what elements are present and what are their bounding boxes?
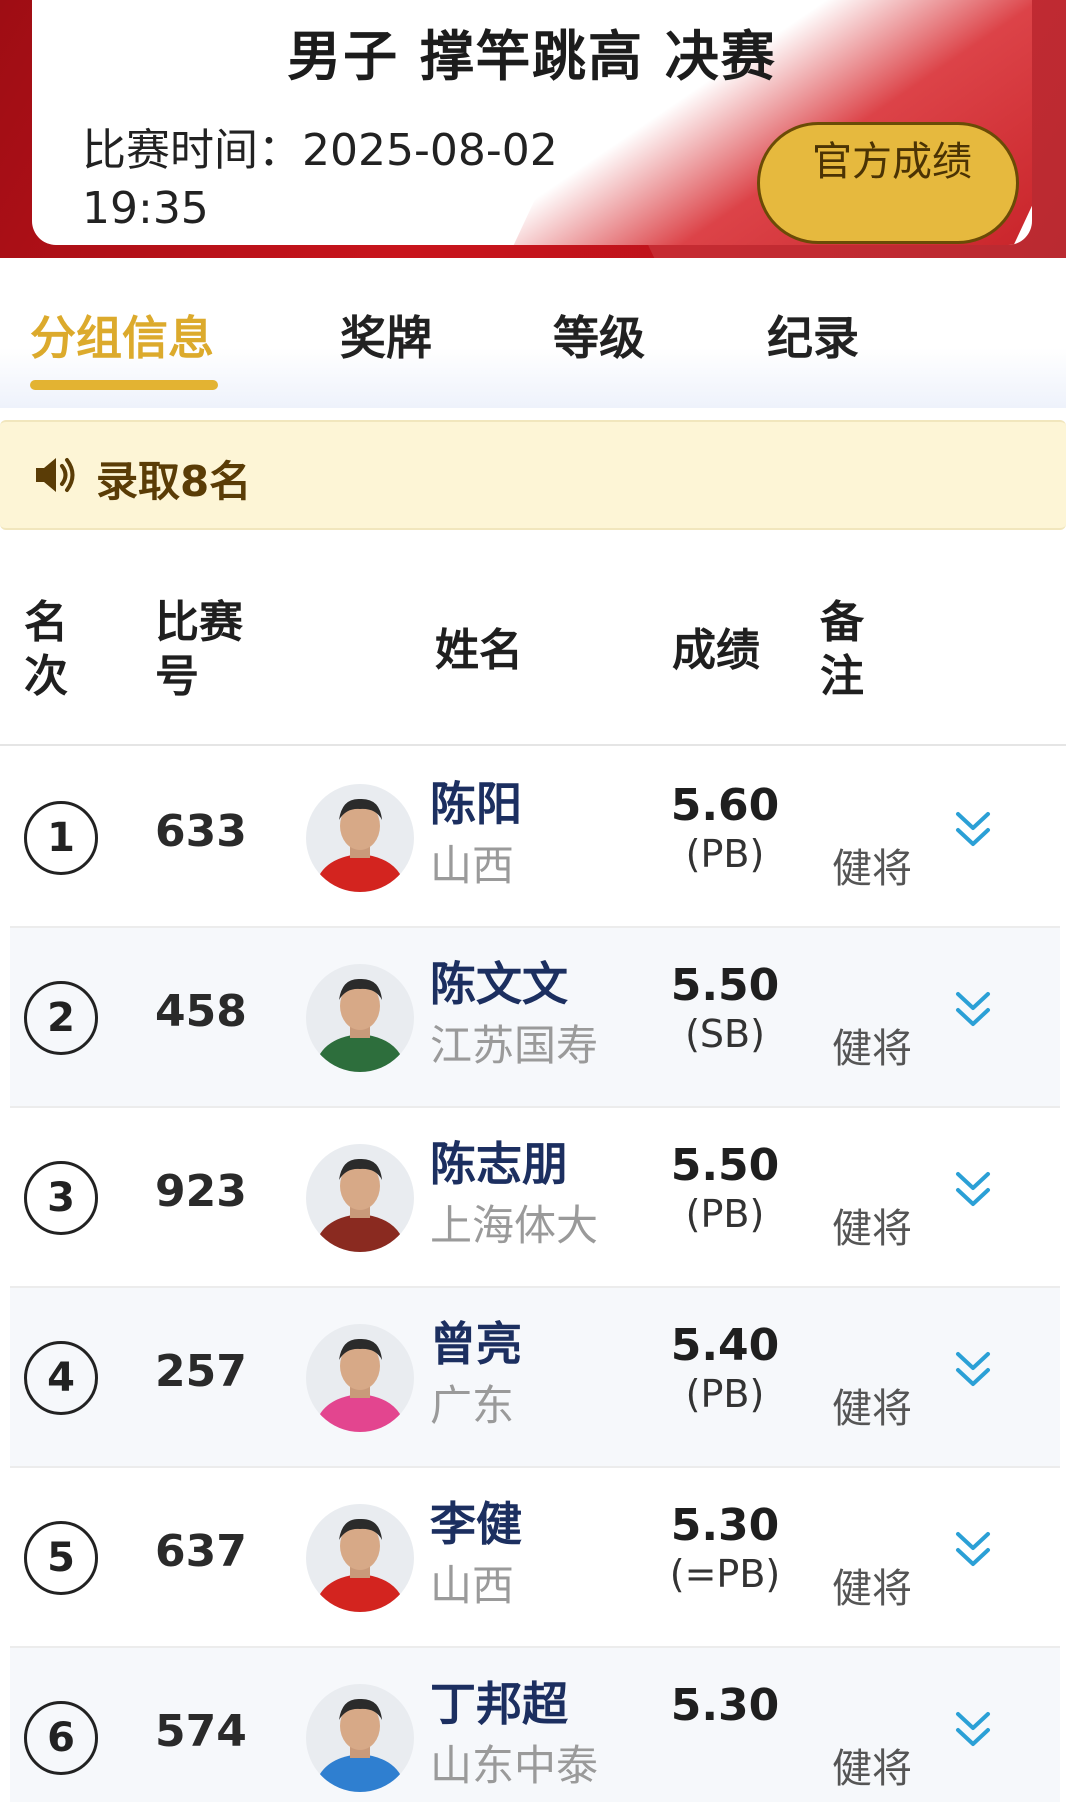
table-row[interactable]: 6 574 丁邦超山东中泰 5.30 健将 [10, 1648, 1060, 1802]
header-bib: 比赛号 [155, 597, 243, 702]
bib-number: 923 [155, 1166, 247, 1217]
table-row[interactable]: 5 637 李健山西 5.30 (=PB) 健将 [10, 1468, 1060, 1648]
athlete-name[interactable]: 曾亮 [430, 1308, 522, 1374]
athlete-team: 江苏国寿 [430, 1021, 599, 1070]
rank-badge: 5 [24, 1521, 98, 1595]
table-row[interactable]: 3 923 陈志朋上海体大 5.50 (PB) 健将 [10, 1108, 1060, 1288]
athlete-team: 山西 [430, 1561, 515, 1610]
bib-number: 637 [155, 1526, 247, 1577]
rank-badge: 6 [24, 1701, 98, 1775]
result-note: (SB) [685, 1012, 765, 1056]
notice-text: 录取8名 [96, 457, 252, 506]
remark-text: 健将 [832, 1746, 912, 1792]
event-title: 男子 撑竿跳高 决赛 [287, 25, 777, 88]
table-row[interactable]: 4 257 曾亮广东 5.40 (PB) 健将 [10, 1288, 1060, 1468]
result-mark: 5.50 [670, 960, 780, 1011]
remark-text: 健将 [832, 1026, 912, 1072]
rank-badge: 1 [24, 801, 98, 875]
remark-text: 健将 [832, 1386, 912, 1432]
athlete-name[interactable]: 陈阳 [430, 768, 522, 834]
bib-number: 574 [155, 1706, 247, 1757]
result-mark: 5.40 [670, 1320, 780, 1371]
result-note: (PB) [685, 832, 765, 876]
athlete-team: 上海体大 [430, 1201, 599, 1250]
active-tab-indicator [30, 380, 218, 390]
results-table-header: 名次 比赛号 姓名 成绩 备注 [0, 560, 1066, 746]
match-time-label: 比赛时间： [82, 125, 302, 176]
tab-bar: 分组信息 奖牌 等级 纪录 [0, 258, 1066, 408]
header-result: 成绩 [672, 625, 760, 676]
athlete-name[interactable]: 丁邦超 [430, 1668, 568, 1734]
remark-text: 健将 [832, 1566, 912, 1612]
event-header: 男子 撑竿跳高 决赛 比赛时间：2025-08-02 19:35 官方成绩 [0, 0, 1066, 258]
tab-grades[interactable]: 等级 [553, 302, 645, 368]
athlete-name[interactable]: 陈文文 [430, 948, 568, 1014]
result-note: (PB) [685, 1192, 765, 1236]
table-row[interactable]: 2 458 陈文文江苏国寿 5.50 (SB) 健将 [10, 928, 1060, 1108]
tab-group-info[interactable]: 分组信息 [30, 302, 214, 368]
chevron-down-icon[interactable] [950, 1528, 996, 1574]
bib-number: 257 [155, 1346, 247, 1397]
header-rank: 名次 [24, 597, 68, 702]
event-header-card: 男子 撑竿跳高 决赛 比赛时间：2025-08-02 19:35 官方成绩 [32, 0, 1032, 245]
athlete-avatar [306, 1504, 414, 1612]
chevron-down-icon[interactable] [950, 1168, 996, 1214]
tab-medals[interactable]: 奖牌 [340, 302, 432, 368]
athlete-name[interactable]: 李健 [430, 1488, 522, 1554]
qualification-notice: 录取8名 [0, 420, 1066, 530]
table-row[interactable]: 1 633 陈阳山西 5.60 (PB) 健将 [10, 748, 1060, 928]
speaker-icon [36, 458, 75, 492]
remark-text: 健将 [832, 1206, 912, 1252]
result-mark: 5.60 [670, 780, 780, 831]
athlete-avatar [306, 1324, 414, 1432]
athlete-avatar [306, 1144, 414, 1252]
header-name: 姓名 [435, 625, 523, 676]
rank-badge: 4 [24, 1341, 98, 1415]
match-time: 比赛时间：2025-08-02 19:35 [82, 122, 642, 238]
chevron-down-icon[interactable] [950, 988, 996, 1034]
bib-number: 458 [155, 986, 247, 1037]
athlete-team: 广东 [430, 1381, 515, 1430]
result-note: (PB) [685, 1372, 765, 1416]
result-mark: 5.50 [670, 1140, 780, 1191]
tab-records[interactable]: 纪录 [767, 302, 859, 368]
chevron-down-icon[interactable] [950, 808, 996, 854]
header-remark: 备注 [820, 597, 864, 702]
rank-badge: 3 [24, 1161, 98, 1235]
athlete-avatar [306, 964, 414, 1072]
athlete-team: 山西 [430, 841, 515, 890]
result-mark: 5.30 [670, 1500, 780, 1551]
athlete-avatar [306, 784, 414, 892]
athlete-avatar [306, 1684, 414, 1792]
official-results-button[interactable]: 官方成绩 [757, 122, 1019, 244]
athlete-name[interactable]: 陈志朋 [430, 1128, 568, 1194]
athlete-team: 山东中泰 [430, 1741, 599, 1790]
bib-number: 633 [155, 806, 247, 857]
chevron-down-icon[interactable] [950, 1708, 996, 1754]
chevron-down-icon[interactable] [950, 1348, 996, 1394]
result-mark: 5.30 [670, 1680, 780, 1731]
rank-badge: 2 [24, 981, 98, 1055]
remark-text: 健将 [832, 846, 912, 892]
result-note: (=PB) [669, 1552, 781, 1596]
